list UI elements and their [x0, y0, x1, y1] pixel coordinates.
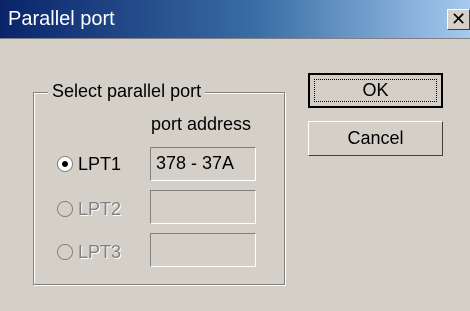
radio-lpt3[interactable]	[57, 244, 73, 260]
radio-lpt1[interactable]	[57, 156, 73, 172]
window-title: Parallel port	[8, 8, 115, 30]
close-icon: ✕	[450, 9, 467, 29]
port-address-header: port address	[151, 114, 252, 134]
group-legend: Select parallel port	[48, 80, 206, 102]
radio-label-lpt3[interactable]: LPT3	[78, 241, 121, 263]
radio-lpt2[interactable]	[57, 201, 73, 217]
cancel-button-label: Cancel	[347, 128, 404, 148]
port-address-field-lpt2[interactable]	[150, 190, 256, 224]
ok-button-label: OK	[362, 80, 389, 100]
parallel-port-dialog: Parallel port ✕ Select parallel port por…	[0, 0, 470, 311]
title-bar[interactable]: Parallel port ✕	[0, 0, 470, 39]
radio-selected-dot	[62, 161, 68, 167]
radio-label-lpt1[interactable]: LPT1	[78, 153, 121, 175]
cancel-button[interactable]: Cancel	[308, 121, 443, 156]
port-address-field-lpt1[interactable]: 378 - 37A	[150, 147, 256, 181]
close-button[interactable]: ✕	[447, 9, 470, 30]
ok-button[interactable]: OK	[308, 73, 443, 108]
radio-label-lpt2[interactable]: LPT2	[78, 198, 121, 220]
port-address-field-lpt3[interactable]	[150, 233, 256, 267]
